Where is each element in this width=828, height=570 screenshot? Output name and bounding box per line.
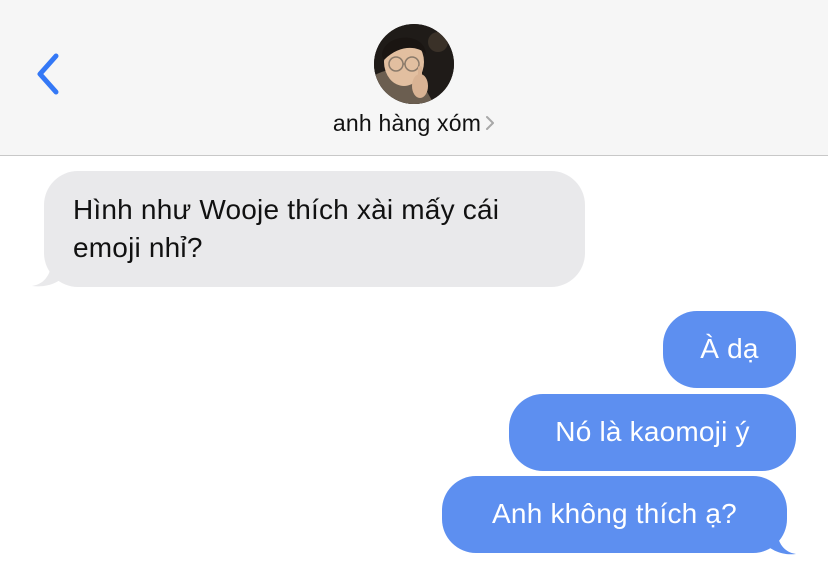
contact-avatar[interactable] (374, 24, 454, 104)
message-text-line: emoji nhỉ? (73, 232, 203, 263)
message-text: À dạ (700, 333, 759, 364)
message-text: Anh không thích ạ? (492, 498, 737, 529)
chevron-left-icon (37, 53, 59, 95)
conversation-header: anh hàng xóm (0, 0, 828, 156)
avatar-photo (374, 24, 454, 104)
message-text-line: Hình như Wooje thích xài mấy cái (73, 194, 500, 225)
outgoing-message[interactable]: Nó là kaomoji ý (509, 394, 796, 471)
outgoing-message[interactable]: À dạ (663, 311, 796, 388)
back-button[interactable] (28, 50, 68, 98)
message-text: Nó là kaomoji ý (555, 416, 750, 447)
chevron-right-icon (485, 110, 495, 137)
contact-name-button[interactable]: anh hàng xóm (0, 110, 828, 137)
message-thread: Hình như Wooje thích xài mấy cái emoji n… (0, 156, 828, 570)
contact-name: anh hàng xóm (332, 110, 482, 136)
